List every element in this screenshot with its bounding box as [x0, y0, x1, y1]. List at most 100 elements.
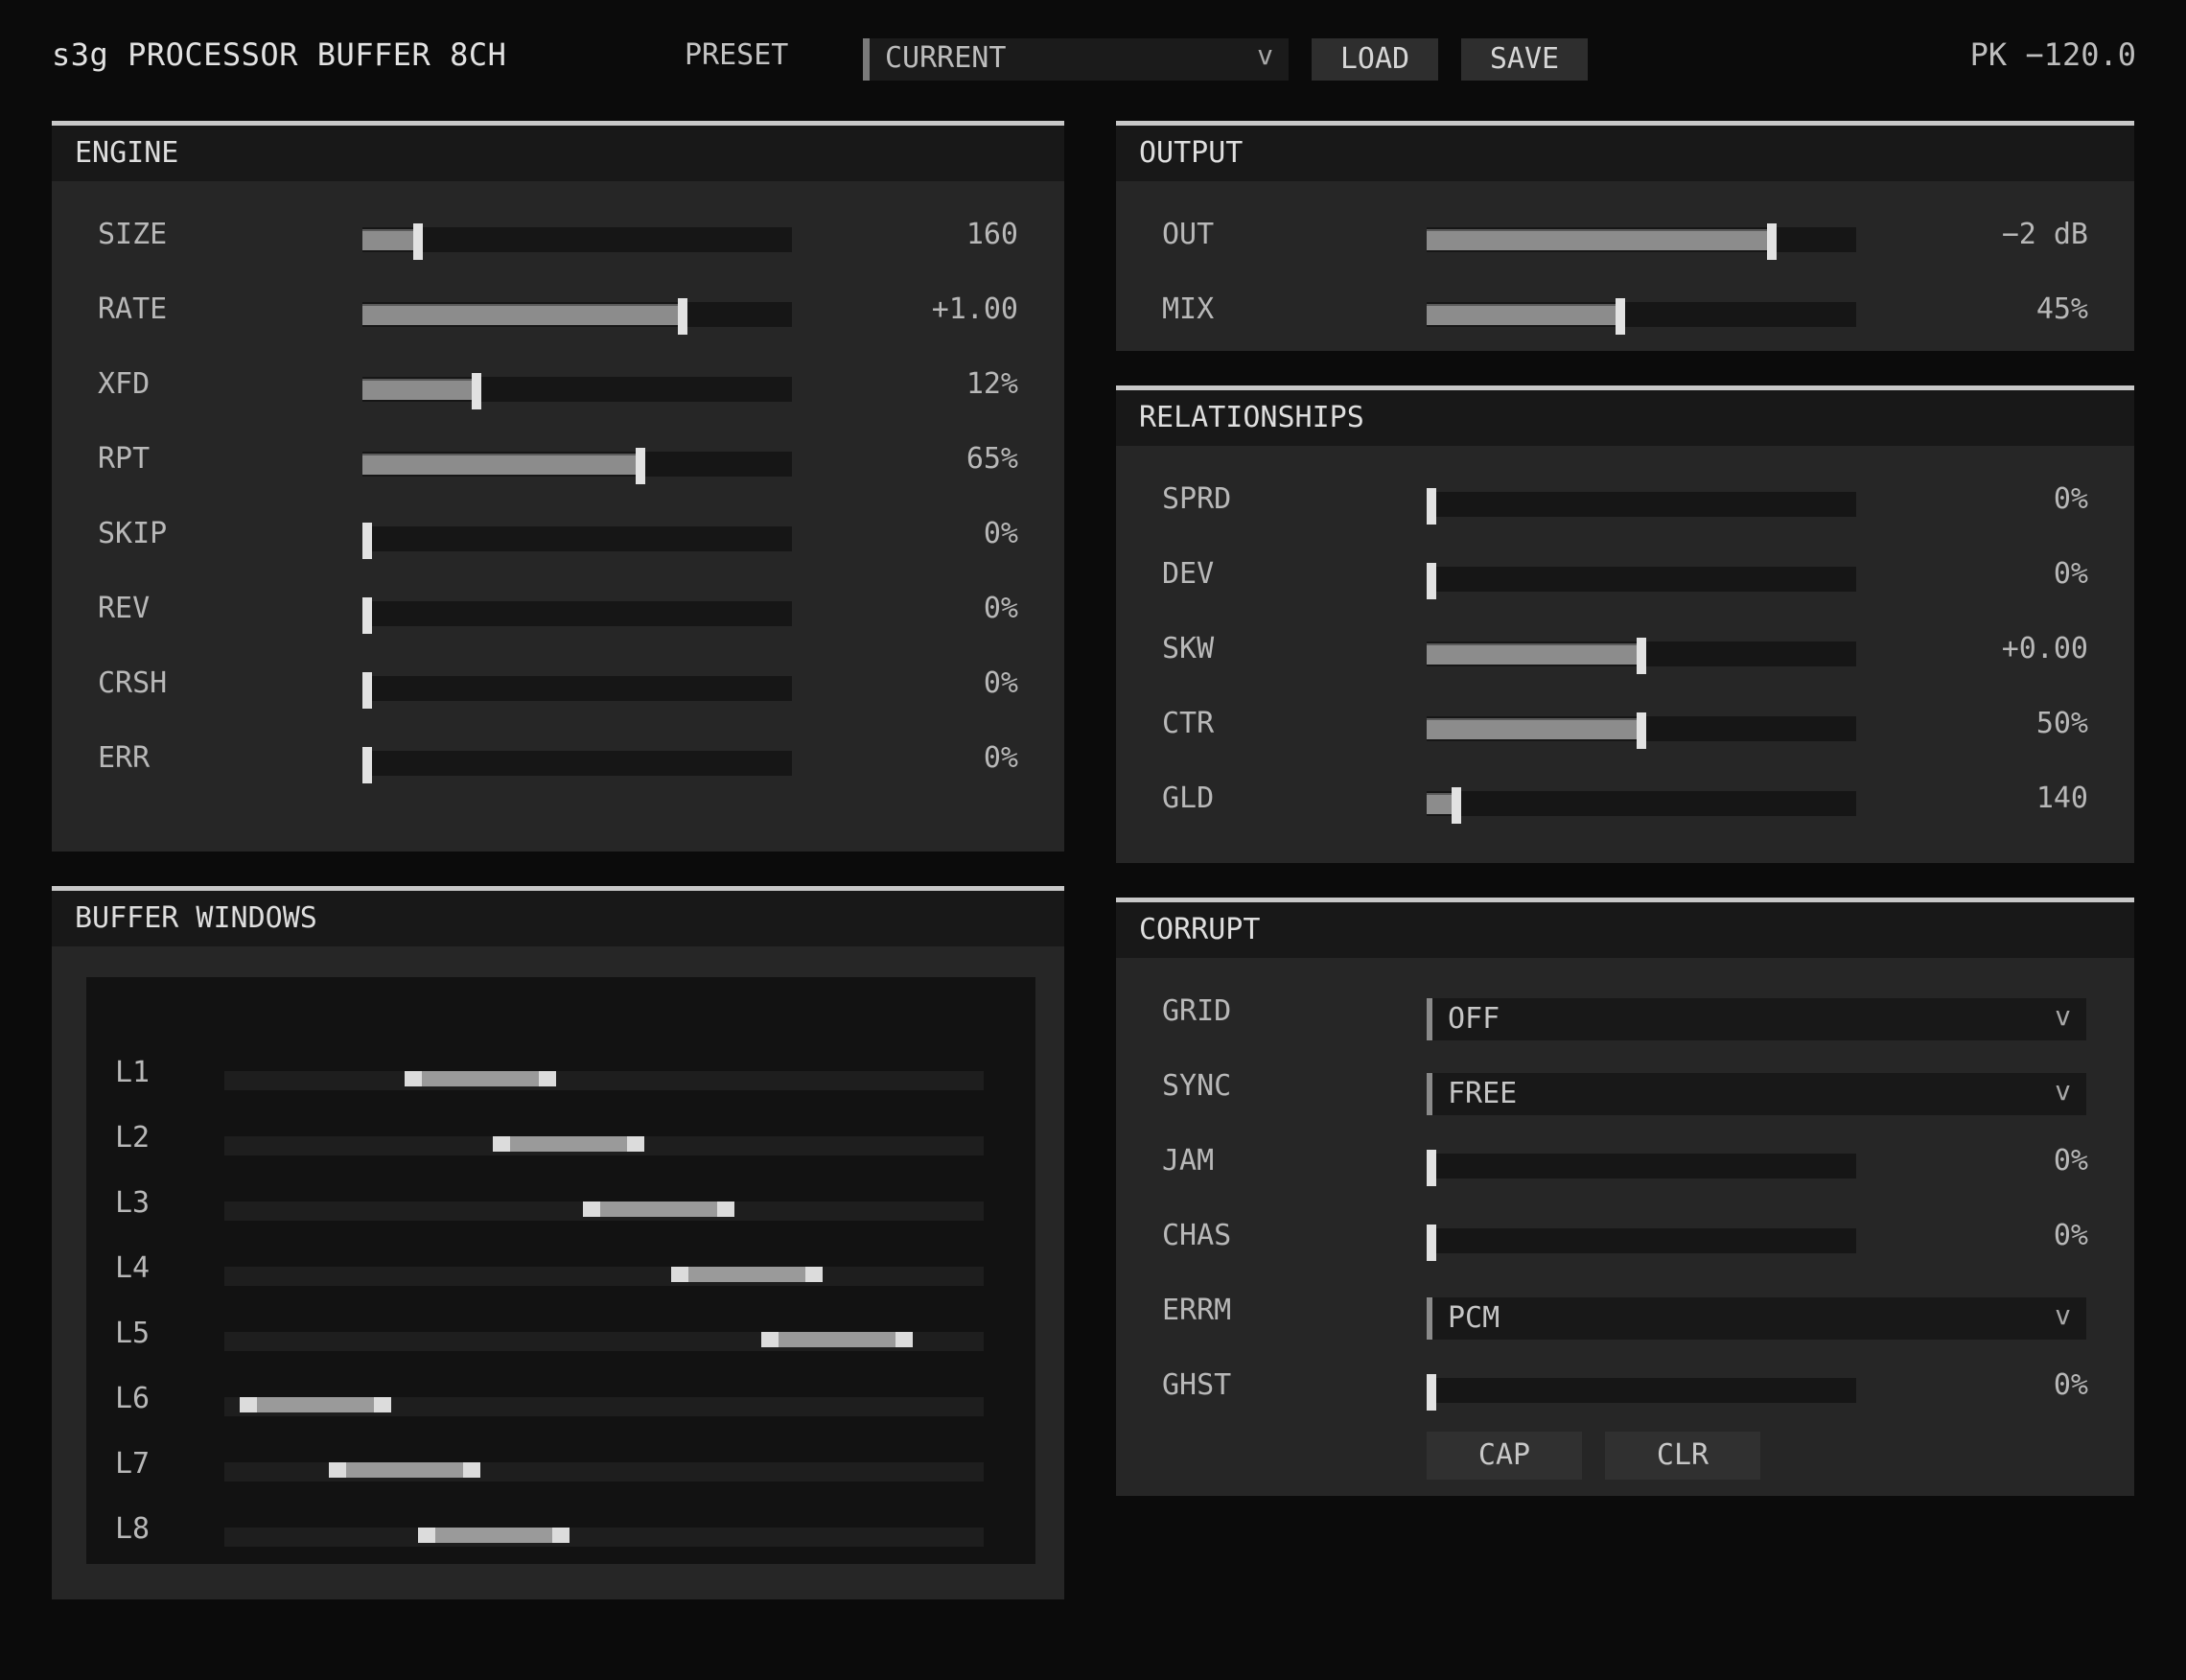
rpt-slider[interactable]: [362, 448, 792, 484]
param-label: JAM: [1162, 1144, 1215, 1178]
ghst-slider[interactable]: [1427, 1374, 1856, 1411]
param-label: RPT: [98, 442, 151, 476]
param-label: SPRD: [1162, 482, 1232, 516]
slider-thumb[interactable]: [1427, 563, 1436, 599]
lane-label: L5: [115, 1317, 151, 1350]
load-button[interactable]: LOAD: [1312, 38, 1438, 81]
lane-track: [224, 1136, 984, 1155]
buffer-window[interactable]: [583, 1202, 734, 1217]
out-slider[interactable]: [1427, 223, 1856, 260]
engine-title: ENGINE: [52, 126, 1064, 181]
err-slider[interactable]: [362, 747, 792, 783]
chevron-down-icon: v: [2055, 1075, 2071, 1107]
skw-slider[interactable]: [1427, 638, 1856, 674]
chevron-down-icon: v: [2055, 1000, 2071, 1032]
param-label: CHAS: [1162, 1219, 1232, 1252]
param-value: 50%: [2035, 707, 2088, 740]
corrupt-row-sync: SYNC FREE v: [1116, 1069, 2134, 1115]
buffer-lane-l8: L8: [86, 1512, 1035, 1551]
slider-thumb[interactable]: [1427, 1150, 1436, 1186]
buffer-lane-l2: L2: [86, 1121, 1035, 1159]
slider-fill: [1427, 229, 1771, 250]
corrupt-title: CORRUPT: [1116, 902, 2134, 958]
buffer-window[interactable]: [405, 1071, 556, 1086]
param-value: 0%: [983, 741, 1018, 775]
param-value: 0%: [2053, 557, 2088, 591]
sprd-slider[interactable]: [1427, 488, 1856, 525]
lane-label: L7: [115, 1447, 151, 1481]
size-slider[interactable]: [362, 223, 792, 260]
slider-thumb[interactable]: [1767, 223, 1777, 260]
param-value: 0%: [2053, 482, 2088, 516]
lane-label: L4: [115, 1251, 151, 1285]
param-label: GHST: [1162, 1368, 1232, 1402]
slider-thumb[interactable]: [1637, 712, 1646, 749]
chevron-down-icon: v: [1257, 39, 1273, 71]
slider-thumb[interactable]: [1427, 488, 1436, 525]
rev-slider[interactable]: [362, 597, 792, 634]
crsh-slider[interactable]: [362, 672, 792, 709]
xfd-slider[interactable]: [362, 373, 792, 409]
app-title: s3g PROCESSOR BUFFER 8CH: [52, 36, 507, 73]
buffer-lane-l6: L6: [86, 1382, 1035, 1420]
dev-slider[interactable]: [1427, 563, 1856, 599]
buffer-window[interactable]: [329, 1462, 480, 1478]
buffer-window[interactable]: [493, 1136, 644, 1152]
buffer-window[interactable]: [761, 1332, 913, 1347]
corrupt-row-grid: GRID OFF v: [1116, 994, 2134, 1040]
lane-track: [224, 1332, 984, 1351]
param-value: +1.00: [931, 292, 1018, 326]
slider-thumb[interactable]: [472, 373, 481, 409]
slider-fill: [362, 454, 640, 475]
grid-dropdown[interactable]: OFF v: [1427, 998, 2086, 1040]
buffer-windows-title: BUFFER WINDOWS: [52, 891, 1064, 946]
relationships-param-ctr: CTR 50%: [1116, 707, 2134, 749]
preset-dropdown[interactable]: CURRENT v: [863, 38, 1289, 81]
sync-dropdown[interactable]: FREE v: [1427, 1073, 2086, 1115]
save-button[interactable]: SAVE: [1461, 38, 1588, 81]
slider-thumb[interactable]: [1427, 1225, 1436, 1261]
slider-thumb[interactable]: [1637, 638, 1646, 674]
param-value: 65%: [965, 442, 1018, 476]
chevron-down-icon: v: [2055, 1299, 2071, 1331]
buffer-lane-l7: L7: [86, 1447, 1035, 1485]
param-value: 160: [965, 218, 1018, 251]
mix-slider[interactable]: [1427, 298, 1856, 335]
chas-slider[interactable]: [1427, 1225, 1856, 1261]
peak-readout: PK −120.0: [1969, 36, 2136, 73]
param-label: SKW: [1162, 632, 1215, 665]
param-label: CRSH: [98, 666, 168, 700]
skip-slider[interactable]: [362, 523, 792, 559]
slider-thumb[interactable]: [1452, 787, 1461, 824]
param-label: ERRM: [1162, 1294, 1232, 1327]
slider-thumb[interactable]: [362, 747, 372, 783]
lane-track: [224, 1267, 984, 1286]
slider-thumb[interactable]: [636, 448, 645, 484]
preset-label: PRESET: [685, 38, 789, 72]
buffer-window[interactable]: [418, 1528, 570, 1543]
gld-slider[interactable]: [1427, 787, 1856, 824]
errm-dropdown[interactable]: PCM v: [1427, 1297, 2086, 1340]
rate-slider[interactable]: [362, 298, 792, 335]
slider-thumb[interactable]: [362, 523, 372, 559]
buffer-window[interactable]: [671, 1267, 823, 1282]
slider-thumb[interactable]: [362, 672, 372, 709]
clr-button[interactable]: CLR: [1605, 1432, 1760, 1480]
cap-button[interactable]: CAP: [1427, 1432, 1582, 1480]
buffer-lane-l1: L1: [86, 1056, 1035, 1094]
slider-thumb[interactable]: [678, 298, 687, 335]
buffer-windows-display: L1 L2 L3 L4 L5 L6 L7 L8: [86, 977, 1035, 1564]
param-value: 140: [2035, 782, 2088, 815]
slider-fill: [1427, 718, 1640, 739]
slider-thumb[interactable]: [362, 597, 372, 634]
engine-param-rate: RATE +1.00: [52, 292, 1064, 335]
param-label: SYNC: [1162, 1069, 1232, 1103]
slider-thumb[interactable]: [1616, 298, 1625, 335]
buffer-window[interactable]: [240, 1397, 391, 1412]
slider-thumb[interactable]: [1427, 1374, 1436, 1411]
engine-param-rpt: RPT 65%: [52, 442, 1064, 484]
lane-track: [224, 1462, 984, 1482]
jam-slider[interactable]: [1427, 1150, 1856, 1186]
slider-thumb[interactable]: [413, 223, 423, 260]
ctr-slider[interactable]: [1427, 712, 1856, 749]
